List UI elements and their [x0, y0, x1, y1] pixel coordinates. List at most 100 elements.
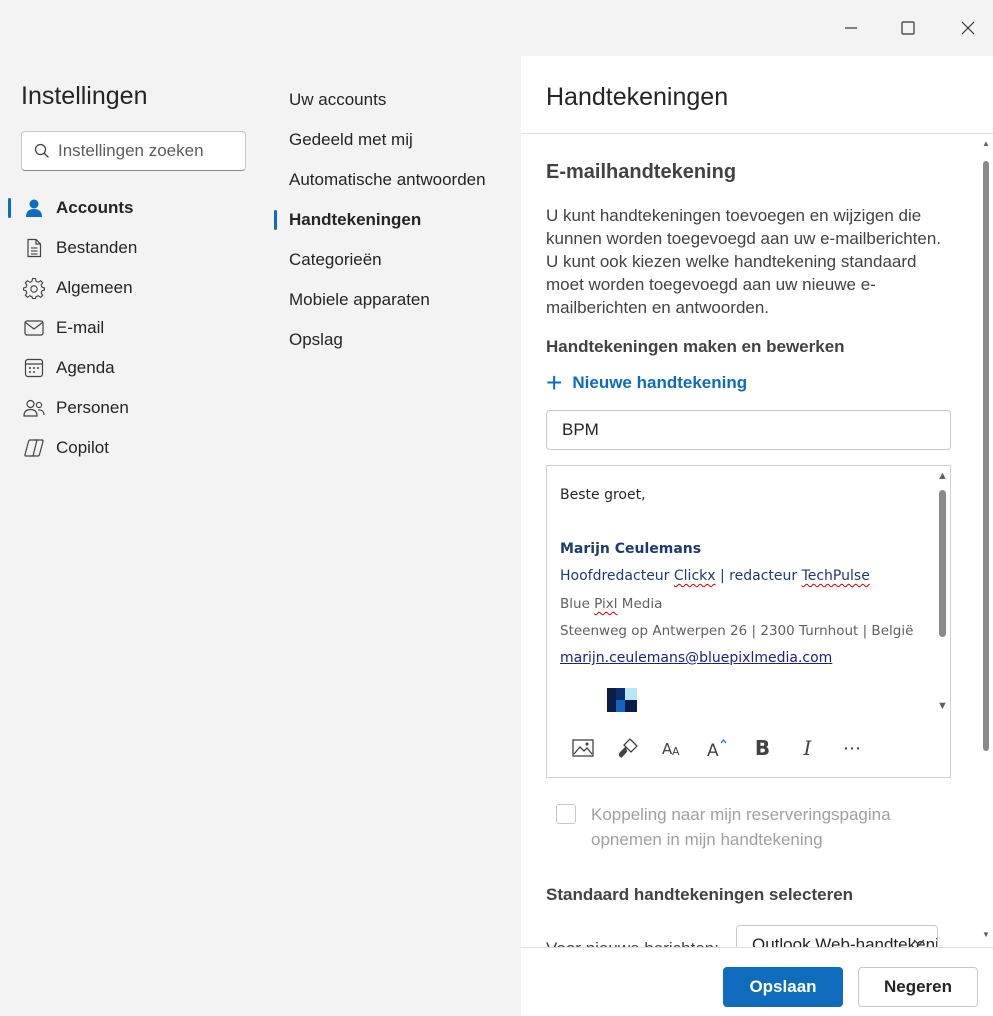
signature-person-name: Marijn Ceulemans [560, 541, 702, 557]
nav-item-label: Agenda [56, 358, 115, 377]
role-techpulse: TechPulse [801, 568, 870, 584]
italic-button[interactable]: I [785, 731, 830, 765]
signature-address: Steenweg op Antwerpen 26 | 2300 Turnhout… [560, 623, 914, 639]
subnav-item-handtekeningen[interactable]: Handtekeningen [272, 200, 521, 240]
section-title: E-mailhandtekening [546, 161, 737, 183]
editor-scrollbar[interactable]: ▲ ▼ [934, 466, 950, 721]
maximize-icon [901, 21, 915, 35]
signatures-panel: Handtekeningen E-mailhandtekening U kunt… [521, 56, 993, 1016]
settings-search-input[interactable] [58, 141, 238, 161]
booking-link-label: Koppeling naar mijn reserveringspagina o… [591, 805, 891, 849]
maximize-button[interactable] [885, 8, 931, 48]
settings-sidebar: Instellingen Accounts Bestanden Algemeen [0, 56, 272, 1016]
document-icon [23, 237, 45, 259]
section-description: U kunt handtekeningen toevoegen en wijzi… [546, 206, 942, 317]
scroll-up-icon[interactable]: ▲ [982, 139, 990, 148]
bold-icon: B [754, 736, 771, 760]
nav-item-accounts[interactable]: Accounts [0, 188, 272, 228]
settings-search[interactable] [21, 131, 246, 171]
font-grow-icon: A [707, 739, 726, 758]
nav-item-copilot[interactable]: Copilot [0, 428, 272, 468]
signature-editor[interactable]: Beste groet, Marijn Ceulemans Hoofdredac… [546, 465, 951, 778]
title-bar [0, 0, 993, 56]
nav-item-email[interactable]: E-mail [0, 308, 272, 348]
nav-item-agenda[interactable]: Agenda [0, 348, 272, 388]
nav-item-bestanden[interactable]: Bestanden [0, 228, 272, 268]
subnav-item-gedeeld[interactable]: Gedeeld met mij [272, 120, 521, 160]
defaults-heading: Standaard handtekeningen selecteren [546, 885, 854, 904]
insert-image-button[interactable] [560, 731, 605, 765]
format-painter-button[interactable] [605, 731, 650, 765]
new-messages-signature-select[interactable]: Outlook Web-handtekening [736, 925, 938, 947]
scroll-down-icon[interactable]: ▼ [982, 930, 990, 939]
subnav-item-categorieen[interactable]: Categorieën [272, 240, 521, 280]
chevron-down-icon [913, 939, 925, 946]
signature-greeting: Beste groet, [560, 487, 646, 503]
editor-toolbar: AA A B I ⋯ [560, 731, 875, 765]
booking-link-option: Koppeling naar mijn reserveringspagina o… [556, 802, 911, 852]
save-button[interactable]: Opslaan [723, 967, 843, 1007]
panel-footer: Opslaan Negeren [521, 947, 993, 1016]
editor-scroll-thumb[interactable] [939, 490, 946, 637]
signature-name-input[interactable] [546, 410, 951, 450]
new-signature-button[interactable]: + Nieuwe handtekening [546, 367, 748, 398]
nav-item-label: Copilot [56, 438, 109, 457]
create-heading: Handtekeningen maken en bewerken [546, 337, 845, 356]
company-text: Blue [560, 596, 595, 612]
nav-item-algemeen[interactable]: Algemeen [0, 268, 272, 308]
nav-item-label: Personen [56, 398, 129, 417]
font-grow-button[interactable]: A [695, 731, 740, 765]
select-value: Outlook Web-handtekening [752, 935, 938, 947]
panel-scroll-area: E-mailhandtekening U kunt handtekeningen… [521, 135, 993, 947]
person-icon [23, 197, 45, 219]
people-icon [23, 397, 45, 419]
font-size-button[interactable]: AA [650, 731, 695, 765]
scroll-down-icon[interactable]: ▼ [937, 700, 948, 712]
svg-text:A: A [707, 741, 719, 758]
settings-nav: Accounts Bestanden Algemeen E-mail Agend… [0, 188, 272, 468]
close-button[interactable] [945, 8, 991, 48]
format-painter-icon [618, 738, 638, 758]
plus-icon: + [546, 367, 563, 398]
font-size-icon: AA [662, 740, 680, 757]
image-icon [571, 739, 594, 757]
role-text: Hoofdredacteur [560, 568, 674, 584]
minimize-icon [845, 27, 857, 29]
nav-item-personen[interactable]: Personen [0, 388, 272, 428]
company-logo [607, 688, 637, 712]
nav-item-label: Accounts [56, 198, 134, 217]
more-icon: ⋯ [843, 737, 862, 758]
nav-item-label: Bestanden [56, 238, 138, 257]
company-pixl: Pixl [594, 596, 618, 612]
panel-header: Handtekeningen [521, 56, 993, 134]
new-messages-label: Voor nieuwe berichten: [546, 939, 719, 947]
scroll-up-icon[interactable]: ▲ [937, 470, 948, 482]
mail-icon [23, 317, 45, 339]
company-text: Media [617, 596, 663, 612]
booking-link-checkbox[interactable] [556, 804, 576, 824]
signature-email-link[interactable]: marijn.ceulemans@bluepixlmedia.com [560, 650, 832, 666]
role-clickx: Clickx [673, 568, 716, 584]
subnav-item-opslag[interactable]: Opslag [272, 320, 521, 360]
calendar-icon [23, 357, 45, 379]
minimize-button[interactable] [828, 8, 874, 48]
panel-scrollbar[interactable]: ▲ ▼ [979, 135, 993, 947]
svg-text:A: A [672, 745, 680, 757]
subnav-item-uw-accounts[interactable]: Uw accounts [272, 80, 521, 120]
subnav-item-automatische-antwoorden[interactable]: Automatische antwoorden [272, 160, 521, 200]
italic-icon: I [803, 736, 812, 760]
role-text: | redacteur [715, 568, 802, 584]
settings-title: Instellingen [21, 82, 148, 110]
copilot-icon [23, 437, 45, 459]
panel-title: Handtekeningen [546, 83, 729, 111]
search-icon [34, 143, 49, 158]
bold-button[interactable]: B [740, 731, 785, 765]
signature-role: Hoofdredacteur Clickx | redacteur TechPu… [560, 568, 870, 584]
new-signature-label: Nieuwe handtekening [572, 373, 748, 392]
more-options-button[interactable]: ⋯ [830, 731, 875, 765]
nav-item-label: E-mail [56, 318, 105, 337]
subnav-item-mobiele-apparaten[interactable]: Mobiele apparaten [272, 280, 521, 320]
discard-button[interactable]: Negeren [858, 967, 978, 1007]
account-subnav: Uw accounts Gedeeld met mij Automatische… [272, 56, 521, 1016]
panel-scroll-thumb[interactable] [983, 161, 989, 751]
